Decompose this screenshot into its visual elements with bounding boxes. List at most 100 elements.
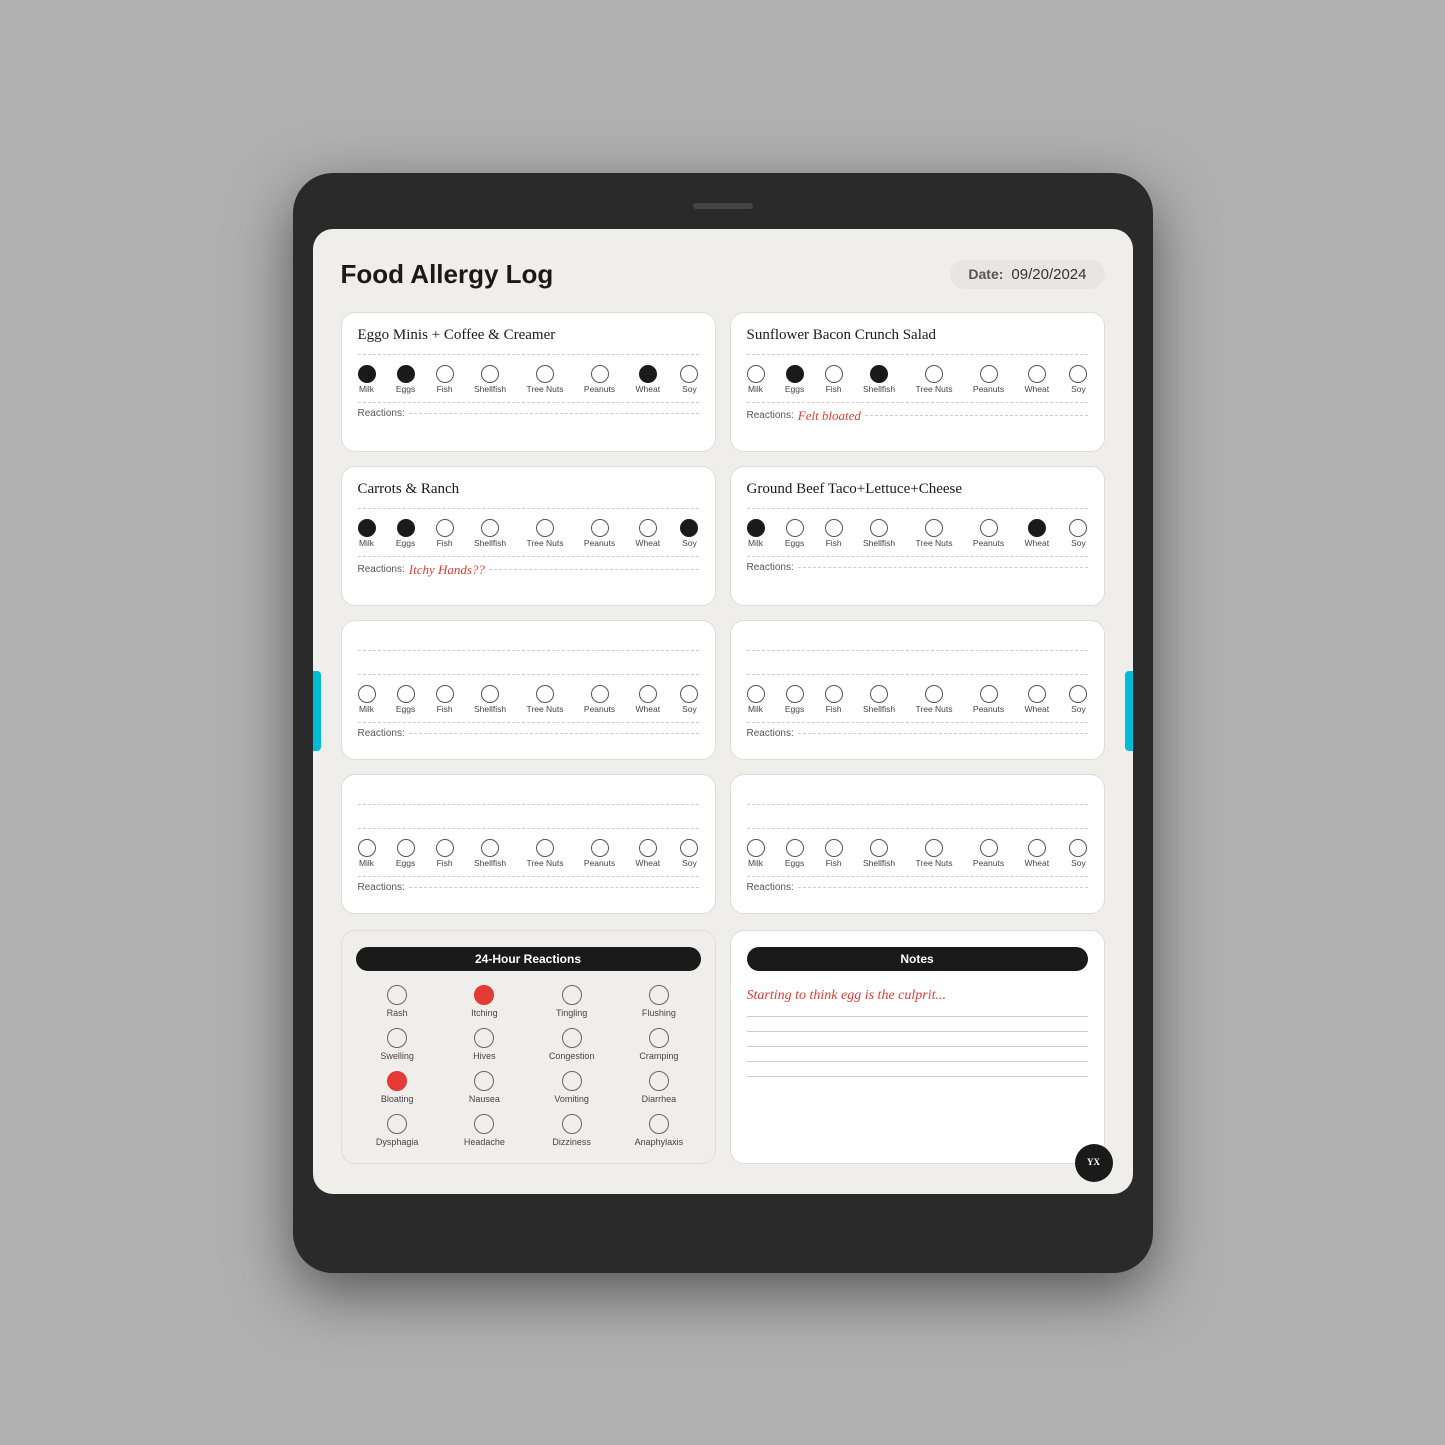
allergen-circle-wheat <box>1028 685 1046 703</box>
allergen-circle-soy <box>680 685 698 703</box>
reactions-label: Reactions: <box>358 564 405 575</box>
allergen-item-wheat: Wheat <box>635 365 660 394</box>
allergen-item-soy: Soy <box>1069 519 1087 548</box>
allergen-label-soy: Soy <box>1071 385 1086 394</box>
reaction-item-vomiting: Vomiting <box>530 1071 613 1104</box>
reactions-row: Reactions: Felt bloated <box>747 402 1088 424</box>
allergen-label-soy: Soy <box>1071 539 1086 548</box>
notes-line-5 <box>747 1076 1088 1077</box>
allergen-circle-wheat <box>639 839 657 857</box>
allergen-item-tree nuts: Tree Nuts <box>527 839 564 868</box>
allergen-circle-milk <box>747 685 765 703</box>
reaction-item-swelling: Swelling <box>356 1028 439 1061</box>
allergen-label-fish: Fish <box>437 705 453 714</box>
allergen-item-tree nuts: Tree Nuts <box>916 685 953 714</box>
allergen-circle-peanuts <box>591 365 609 383</box>
allergen-item-eggs: Eggs <box>396 519 415 548</box>
allergen-circle-milk <box>358 365 376 383</box>
allergen-item-milk: Milk <box>747 519 765 548</box>
reaction-circle-dizziness <box>562 1114 582 1134</box>
allergen-item-tree nuts: Tree Nuts <box>527 519 564 548</box>
allergen-item-peanuts: Peanuts <box>973 519 1004 548</box>
meal-card-4: Ground Beef Taco+Lettuce+Cheese Milk Egg… <box>730 466 1105 606</box>
allergen-item-fish: Fish <box>436 365 454 394</box>
allergen-label-peanuts: Peanuts <box>973 385 1004 394</box>
tablet-frame: Food Allergy Log Date: 09/20/2024 Eggo M… <box>293 173 1153 1273</box>
allergen-item-soy: Soy <box>1069 685 1087 714</box>
allergen-circle-eggs <box>786 839 804 857</box>
reaction-circle-diarrhea <box>649 1071 669 1091</box>
allergen-circle-wheat <box>639 365 657 383</box>
notes-text: Starting to think egg is the culprit... <box>747 985 1088 1006</box>
allergen-label-wheat: Wheat <box>1024 385 1049 394</box>
allergen-circle-eggs <box>397 839 415 857</box>
reaction-label-nausea: Nausea <box>469 1094 500 1104</box>
allergen-circle-peanuts <box>980 685 998 703</box>
allergen-item-eggs: Eggs <box>785 685 804 714</box>
allergen-circle-eggs <box>397 685 415 703</box>
allergen-circle-wheat <box>1028 519 1046 537</box>
allergen-item-milk: Milk <box>747 685 765 714</box>
reaction-item-nausea: Nausea <box>443 1071 526 1104</box>
reaction-item-rash: Rash <box>356 985 439 1018</box>
allergen-item-eggs: Eggs <box>785 839 804 868</box>
allergen-label-eggs: Eggs <box>396 705 415 714</box>
allergen-label-eggs: Eggs <box>396 539 415 548</box>
allergen-row: Milk Eggs Fish Shellfish Tree Nuts <box>358 519 699 548</box>
meal-name: Eggo Minis + Coffee & Creamer <box>358 327 699 355</box>
allergen-label-shellfish: Shellfish <box>474 859 506 868</box>
allergen-circle-milk <box>358 839 376 857</box>
allergen-row: Milk Eggs Fish Shellfish Tree Nuts <box>747 365 1088 394</box>
allergen-circle-tree nuts <box>925 839 943 857</box>
reactions-row: Reactions: <box>747 876 1088 893</box>
notes-line-3 <box>747 1046 1088 1047</box>
meal-name-empty2 <box>358 813 699 829</box>
allergen-circle-fish <box>436 365 454 383</box>
reaction-label-dizziness: Dizziness <box>552 1137 591 1147</box>
reaction-label-itching: Itching <box>471 1008 498 1018</box>
meal-name: Ground Beef Taco+Lettuce+Cheese <box>747 481 1088 509</box>
allergen-item-tree nuts: Tree Nuts <box>916 365 953 394</box>
allergen-item-soy: Soy <box>680 519 698 548</box>
allergen-item-soy: Soy <box>1069 839 1087 868</box>
allergen-item-shellfish: Shellfish <box>863 839 895 868</box>
allergen-label-tree nuts: Tree Nuts <box>916 385 953 394</box>
meal-name-empty <box>358 635 699 651</box>
allergen-item-fish: Fish <box>825 685 843 714</box>
reaction-label-headache: Headache <box>464 1137 505 1147</box>
allergen-item-fish: Fish <box>436 519 454 548</box>
reactions-line <box>798 567 1088 568</box>
allergen-label-fish: Fish <box>437 859 453 868</box>
allergen-label-soy: Soy <box>682 859 697 868</box>
reactions-grid: Rash Itching Tingling Flushing Swelling … <box>356 985 701 1147</box>
meal-card-2: Sunflower Bacon Crunch Salad Milk Eggs F… <box>730 312 1105 452</box>
reaction-circle-headache <box>474 1114 494 1134</box>
allergen-item-fish: Fish <box>436 839 454 868</box>
allergen-item-tree nuts: Tree Nuts <box>916 839 953 868</box>
allergen-item-milk: Milk <box>747 839 765 868</box>
allergen-item-shellfish: Shellfish <box>474 685 506 714</box>
allergen-item-shellfish: Shellfish <box>474 365 506 394</box>
reaction-circle-congestion <box>562 1028 582 1048</box>
reactions-line <box>798 733 1088 734</box>
allergen-label-milk: Milk <box>748 859 763 868</box>
allergen-circle-fish <box>436 519 454 537</box>
allergen-label-fish: Fish <box>437 539 453 548</box>
reaction-item-anaphylaxis: Anaphylaxis <box>617 1114 700 1147</box>
meal-card-1: Eggo Minis + Coffee & Creamer Milk Eggs … <box>341 312 716 452</box>
allergen-item-shellfish: Shellfish <box>863 519 895 548</box>
reactions-line <box>409 733 699 734</box>
allergen-label-milk: Milk <box>359 705 374 714</box>
reactions-row: Reactions: Itchy Hands?? <box>358 556 699 578</box>
allergen-circle-tree nuts <box>925 365 943 383</box>
allergen-circle-fish <box>825 365 843 383</box>
allergen-label-soy: Soy <box>682 385 697 394</box>
reaction-label-rash: Rash <box>387 1008 408 1018</box>
allergen-item-soy: Soy <box>680 685 698 714</box>
allergen-item-eggs: Eggs <box>785 365 804 394</box>
reaction-label-bloating: Bloating <box>381 1094 414 1104</box>
reactions-value: Felt bloated <box>798 408 861 424</box>
allergen-circle-milk <box>747 519 765 537</box>
allergen-item-tree nuts: Tree Nuts <box>527 365 564 394</box>
page-title: Food Allergy Log <box>341 259 554 290</box>
